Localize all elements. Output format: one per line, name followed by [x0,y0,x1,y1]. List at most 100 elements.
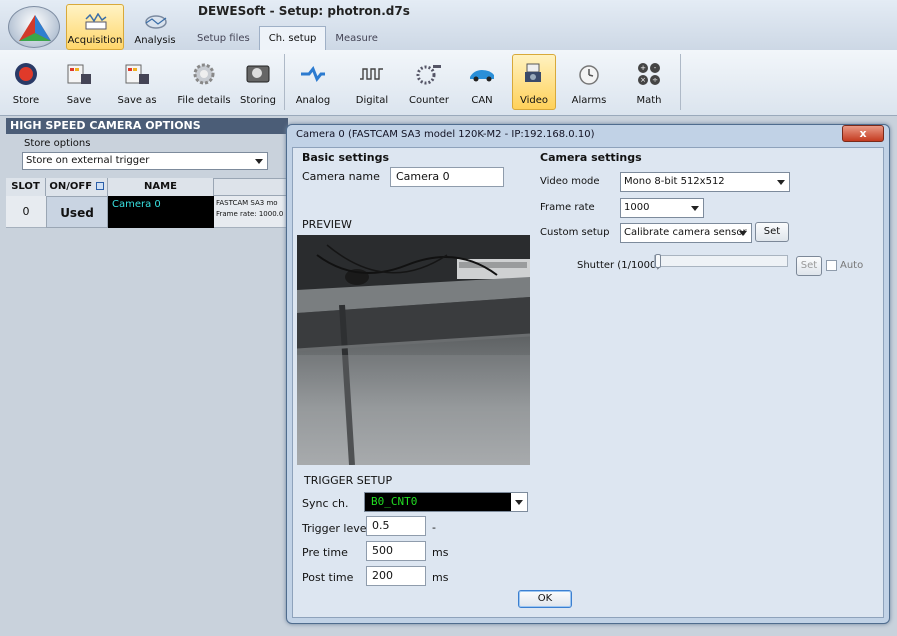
camera-name-cell[interactable]: Camera 0 [108,196,214,228]
app-menu-orb[interactable] [8,6,60,48]
column-header-name[interactable]: NAME [108,178,214,196]
store-button[interactable]: Store [6,54,46,110]
store-options-label: Store options [24,138,91,149]
file-details-label: File details [177,95,231,106]
tab-measure[interactable]: Measure [326,27,387,51]
svg-text:×: × [640,76,646,84]
post-time-input[interactable]: 200 [366,566,426,586]
auto-checkbox[interactable] [826,260,837,271]
ok-button[interactable]: OK [518,590,572,608]
frame-rate-select[interactable]: 1000 [620,198,704,218]
mode-analysis-button[interactable]: Analysis [126,4,184,50]
store-options-select[interactable]: Store on external trigger [22,152,268,170]
storing-label: Storing [240,95,276,106]
math-label: Math [636,95,662,106]
svg-text:+: + [640,64,646,72]
shutter-slider-thumb[interactable] [655,254,661,268]
sync-channel-value: B0_CNT0 [371,495,418,508]
dialog-title: Camera 0 (FASTCAM SA3 model 120K-M2 - IP… [296,129,595,140]
shutter-set-button[interactable]: Set [796,256,822,276]
alarms-label: Alarms [571,95,607,106]
camera-model-text: FASTCAM SA3 mo [216,199,278,207]
tab-ch-setup[interactable]: Ch. setup [258,26,327,50]
dropdown-button[interactable] [511,493,527,511]
mode-acquisition-label: Acquisition [67,35,123,46]
close-icon: x [859,127,867,140]
section-title: HIGH SPEED CAMERA OPTIONS [6,118,288,134]
car-icon [470,70,494,82]
dewesoft-logo-icon [19,15,51,41]
alarms-button[interactable]: Alarms [566,54,612,110]
trigger-level-input[interactable]: 0.5 [366,516,426,536]
basic-settings-heading: Basic settings [302,151,390,164]
frame-rate-text: Frame rate: 1000.0 [216,210,284,218]
counter-button[interactable]: Counter [406,54,452,110]
sync-channel-select[interactable]: B0_CNT0 [364,492,528,512]
shutter-slider[interactable] [654,255,788,267]
analysis-icon [145,15,167,29]
video-mode-select[interactable]: Mono 8-bit 512x512 [620,172,790,192]
trigger-level-unit: - [432,521,436,534]
pre-time-label: Pre time [302,546,348,559]
file-details-button[interactable]: File details [174,54,234,110]
ribbon-separator [680,54,681,110]
chevron-down-icon [255,159,263,164]
video-mode-label: Video mode [540,176,600,187]
digital-button[interactable]: Digital [350,54,394,110]
video-mode-value: Mono 8-bit 512x512 [624,176,725,187]
counter-label: Counter [409,95,449,106]
column-header-onoff[interactable]: ON/OFF [46,178,108,196]
save-icon [67,64,91,84]
shutter-label: Shutter (1/1000) [577,260,661,271]
svg-text:÷: ÷ [652,76,658,84]
video-camera-icon [525,63,541,82]
custom-setup-set-button[interactable]: Set [755,222,789,242]
video-label: Video [519,95,549,106]
camera-description-cell: FASTCAM SA3 mo Frame rate: 1000.0 [216,198,288,220]
tab-setup-files[interactable]: Setup files [188,27,259,51]
analog-button[interactable]: Analog [290,54,336,110]
camera-name-input[interactable]: Camera 0 [390,167,504,187]
post-time-unit: ms [432,571,449,584]
digital-signal-icon [360,68,383,80]
auto-label: Auto [840,260,864,271]
custom-setup-select[interactable]: Calibrate camera sensor [620,223,752,243]
frame-rate-value: 1000 [624,202,650,213]
save-as-button[interactable]: Save as [112,54,162,110]
main-tabs: Setup files Ch. setup Measure [188,26,387,50]
digital-label: Digital [355,95,389,106]
storing-button[interactable]: Storing [236,54,280,110]
column-header-slot[interactable]: SLOT [6,178,46,196]
camera-settings-heading: Camera settings [540,151,642,164]
save-button[interactable]: Save [56,54,102,110]
mode-acquisition-button[interactable]: Acquisition [66,4,124,50]
preview-scene [297,235,530,465]
store-label: Store [12,95,40,106]
gear-icon [193,63,215,85]
close-button[interactable]: x [842,125,884,142]
store-options-value: Store on external trigger [26,155,150,166]
frame-rate-label: Frame rate [540,202,595,213]
list-icon [95,182,104,190]
chevron-down-icon [515,500,523,505]
chevron-down-icon [691,206,699,211]
used-toggle[interactable]: Used [46,196,108,228]
pre-time-input[interactable]: 500 [366,541,426,561]
ribbon-toolbar: Store Save Save as File details Storing … [0,50,897,116]
record-icon [15,63,37,85]
chevron-down-icon [739,231,747,236]
hard-disk-icon [246,65,270,83]
video-button[interactable]: Video [512,54,556,110]
analog-icon [301,66,325,82]
save-as-icon [125,64,149,84]
camera-name-label: Camera name [302,170,380,183]
sync-ch-label: Sync ch. [302,497,349,510]
mode-analysis-label: Analysis [134,35,176,46]
can-button[interactable]: CAN [462,54,502,110]
trigger-setup-heading: TRIGGER SETUP [304,474,393,487]
save-as-label: Save as [117,95,157,106]
can-label: CAN [471,95,493,106]
math-button[interactable]: + - × ÷ Math [626,54,672,110]
camera-preview-image [297,235,530,465]
chevron-down-icon [777,180,785,185]
